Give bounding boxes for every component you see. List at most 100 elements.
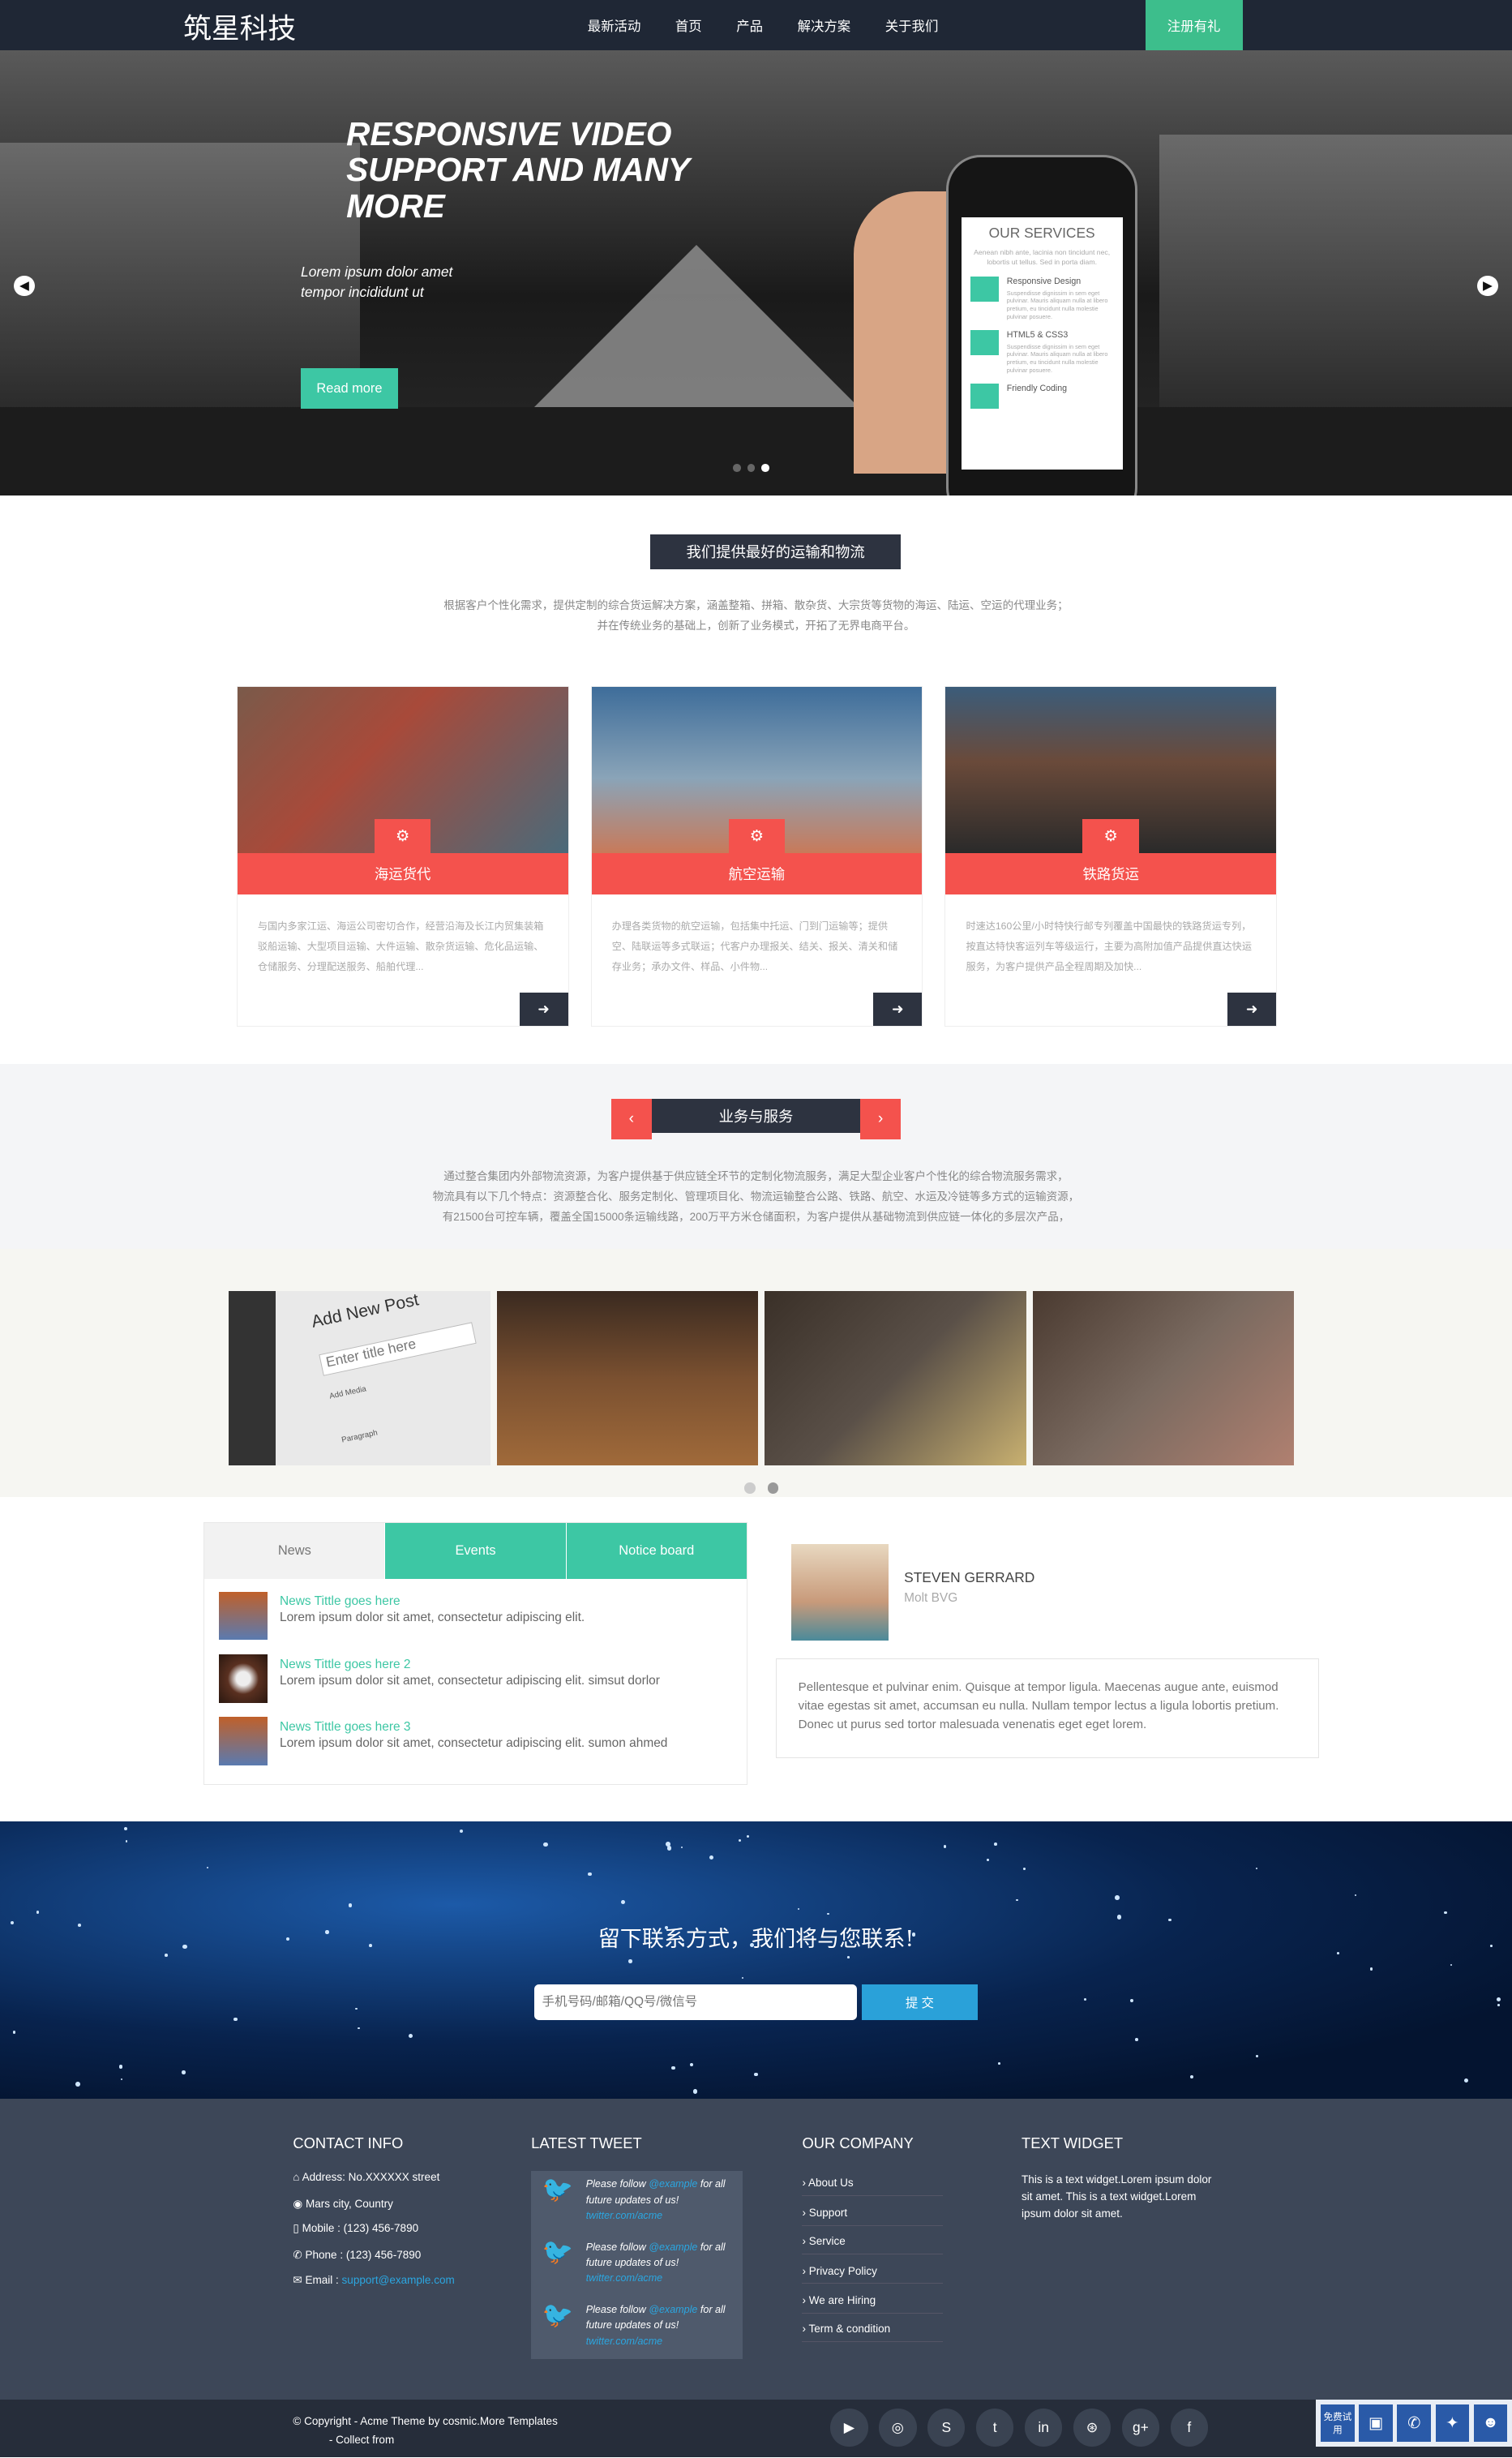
gallery-dot-active[interactable] [767,1482,779,1494]
tweet-link[interactable]: twitter.com/acme [586,2336,662,2347]
news-title[interactable]: News Tittle goes here 2 [280,1658,660,1672]
card-title: 航空运输 [591,853,923,894]
chat-icon[interactable]: ▣ [1359,2404,1393,2442]
company-link-label[interactable]: Term & condition [809,2323,891,2335]
gallery-image-post-editor[interactable]: Add New Post Enter title here Add Media … [229,1291,490,1465]
youtube-icon[interactable]: ▶ [830,2409,868,2447]
company-link-label[interactable]: About Us [808,2177,854,2189]
arrow-right-icon[interactable]: ➜ [1227,993,1277,1026]
company-link-label[interactable]: We are Hiring [809,2294,876,2306]
tweet-handle[interactable]: @example [649,2241,697,2253]
nav-home[interactable]: 首页 [675,15,702,35]
slider-dot-active[interactable] [761,464,769,472]
linkedin-icon[interactable]: in [1024,2409,1063,2447]
company-link[interactable]: › Privacy Policy [802,2265,944,2284]
nav-solutions[interactable]: 解决方案 [798,15,851,35]
nav-about[interactable]: 关于我们 [885,15,939,35]
mobile-text: Mobile : (123) 456-7890 [302,2222,419,2235]
company-link[interactable]: › We are Hiring [802,2294,944,2314]
next-slide-arrow-icon[interactable]: ▶ [1477,276,1498,297]
slider-dot[interactable] [733,464,742,472]
slider-dot[interactable] [747,464,756,472]
home-icon: ⌂ [293,2170,302,2183]
star-dot [1190,2074,1194,2078]
tweet-link[interactable]: twitter.com/acme [586,2210,662,2221]
tweet-handle[interactable]: @example [649,2304,697,2315]
google-plus-icon[interactable]: g+ [1121,2409,1160,2447]
star-dot [358,2027,360,2030]
tweet-item: 🐦 Please follow @example for all future u… [531,2296,743,2359]
slider-dots [733,464,769,472]
star-dot [628,1958,632,1963]
register-button[interactable]: 注册有礼 [1145,0,1243,50]
service-card-sea: ⚙ 海运货代 与国内多家江运、海运公司密切合作，经营沿海及长江内贸集装箱驳船运输… [236,686,569,1027]
company-link-label[interactable]: Service [809,2235,846,2247]
widget-text: This is a text widget.Lorem ipsum dolor … [1022,2173,1212,2220]
tweet-pre: Please follow [585,2178,649,2190]
star-dot [1134,2038,1138,2042]
post-title-input: Enter title here [319,1322,478,1377]
service-text: Suspendisse dignissim in sem eget pulvin… [1006,342,1108,374]
card-text: 办理各类货物的航空运输，包括集中托运、门到门运输等；提供空、陆联运等多式联运；代… [611,920,898,972]
github-icon[interactable]: ◎ [879,2409,917,2447]
news-title[interactable]: News Tittle goes here 3 [280,1720,667,1735]
company-link[interactable]: › Service [802,2235,944,2254]
news-item[interactable]: News Tittle goes here 2 Lorem ipsum dolor… [218,1654,747,1705]
qq-icon[interactable]: ☻ [1473,2404,1508,2442]
star-dot [847,1956,850,1958]
free-trial-button[interactable]: 免费试用 [1321,2404,1355,2442]
nav-latest[interactable]: 最新活动 [588,15,641,35]
star-dot [827,1912,829,1915]
star-dot [125,1840,128,1842]
company-link-label[interactable]: Support [809,2207,847,2219]
submit-button[interactable]: 提 交 [861,1984,978,2021]
email-link[interactable]: support@example.com [342,2274,455,2286]
star-dot [1355,1894,1357,1897]
star-dot [123,1826,127,1830]
news-title[interactable]: News Tittle goes here [280,1594,585,1609]
site-logo[interactable]: 筑星科技 [183,6,296,47]
star-dot [1016,1898,1018,1902]
star-dot [709,1855,713,1860]
company-link[interactable]: › Support [802,2207,944,2226]
facebook-icon[interactable]: f [1170,2409,1209,2447]
gallery-image-phone[interactable] [1032,1291,1295,1465]
arrow-right-icon[interactable]: ➜ [873,993,923,1026]
phone-mockup: OUR SERVICES Aenean nibh ante, lacinia n… [946,155,1138,495]
bottom-bar [0,2399,1512,2458]
gallery-dot[interactable] [743,1482,756,1494]
gallery-dots [743,1482,779,1494]
nav-products[interactable]: 产品 [736,15,763,35]
tweet-link[interactable]: twitter.com/acme [586,2272,662,2284]
company-link-label[interactable]: Privacy Policy [809,2265,877,2277]
news-item[interactable]: News Tittle goes here Lorem ipsum dolor s… [218,1591,747,1642]
tab-news[interactable]: News [204,1522,385,1580]
service-title: HTML5 & CSS3 [1006,329,1069,340]
gallery-image-laptop[interactable] [496,1291,759,1465]
star-dot [206,1866,208,1868]
company-link[interactable]: › About Us [802,2177,944,2197]
twitter-icon[interactable]: t [976,2409,1014,2447]
prev-arrow-icon[interactable]: ‹ [610,1098,652,1139]
company-link[interactable]: › Term & condition [802,2323,944,2342]
gallery-image-samples[interactable] [765,1291,1026,1465]
news-item[interactable]: News Tittle goes here 3 Lorem ipsum dolor… [218,1717,747,1767]
star-dot [543,1842,548,1847]
star-dot [1450,1963,1453,1966]
tab-notice-board[interactable]: Notice board [565,1522,747,1580]
dribbble-icon[interactable]: ⊛ [1073,2409,1112,2447]
read-more-button[interactable]: Read more [301,368,398,410]
tweet-handle[interactable]: @example [649,2178,697,2190]
arrow-right-icon[interactable]: ➜ [519,993,568,1026]
prev-slide-arrow-icon[interactable]: ◀ [14,276,35,297]
phone-text: Phone : (123) 456-7890 [305,2249,422,2262]
wechat-icon[interactable]: ✦ [1435,2404,1469,2442]
phone-call-icon[interactable]: ✆ [1397,2404,1431,2442]
service-text: Suspendisse dignissim in sem eget pulvin… [1006,289,1108,320]
contact-input[interactable] [534,1984,858,2021]
next-arrow-icon[interactable]: › [859,1098,902,1139]
skype-icon[interactable]: S [927,2409,966,2447]
tab-events[interactable]: Events [384,1522,566,1580]
news-thumbnail [218,1654,268,1703]
star-dot [1369,1967,1373,1971]
